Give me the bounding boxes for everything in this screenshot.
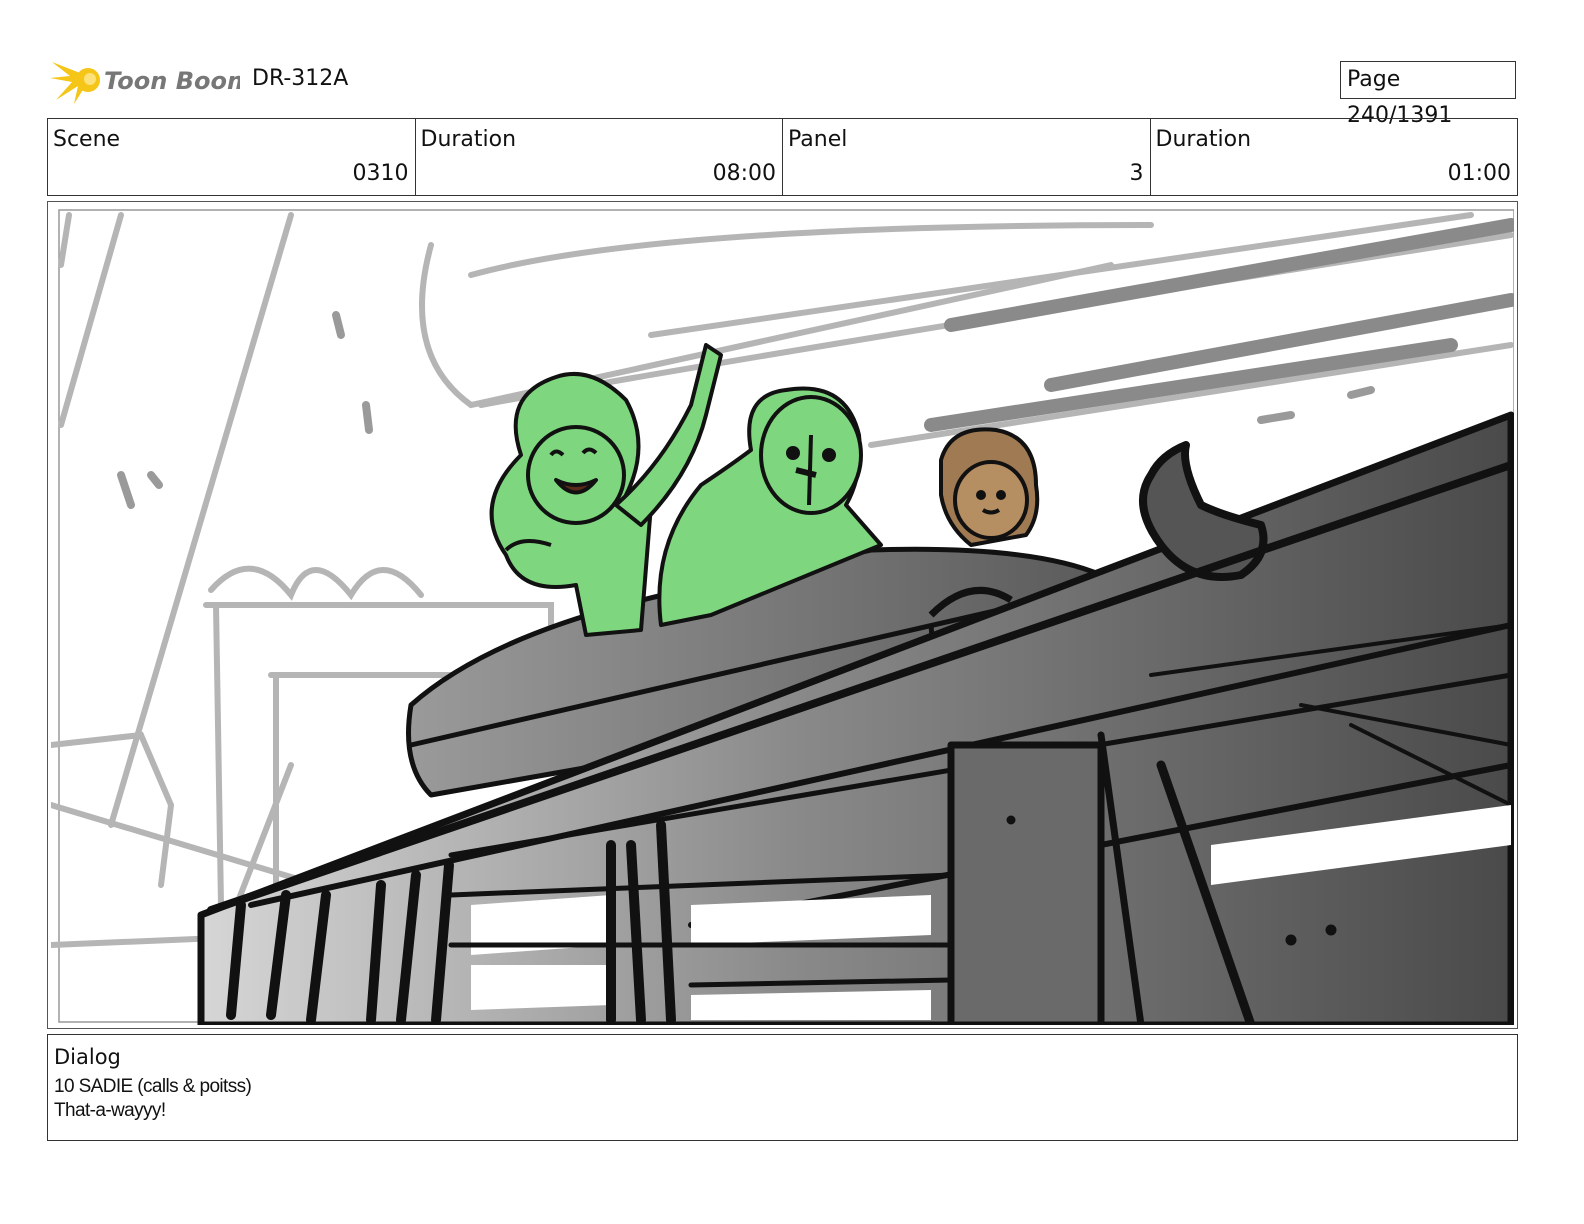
dialog-box: Dialog 10 SADIE (calls & poitss) That-a-… [47,1034,1518,1141]
scene-duration-value: 08:00 [712,161,776,186]
panel-duration-label: Duration [1155,127,1252,152]
dialog-title: Dialog [54,1045,121,1069]
panel-duration-cell: Duration 01:00 [1151,119,1518,195]
scene-cell: Scene 0310 [48,119,416,195]
scene-label: Scene [53,127,121,152]
character-brown [939,427,1040,547]
scene-info-table: Scene 0310 Duration 08:00 Panel 3 Durati… [47,118,1518,196]
storyboard-panel [47,201,1518,1029]
page-counter: Page 240/1391 [1340,61,1516,128]
dialog-line: That-a-wayyy! [54,1100,166,1121]
document-id: DR-312A [252,66,349,91]
panel-value: 3 [1129,161,1144,186]
page-label: Page [1347,67,1401,92]
panel-sketch [51,205,1514,1025]
panel-label: Panel [788,127,848,152]
panel-cell: Panel 3 [783,119,1151,195]
scene-value: 0310 [352,161,409,186]
logo-wordmark: Toon Boom [104,67,240,95]
scene-duration-cell: Duration 08:00 [416,119,783,195]
panel-duration-value: 01:00 [1447,161,1511,186]
toon-boom-logo: Toon Boom [50,56,252,106]
scene-duration-label: Duration [420,127,517,152]
dialog-line: 10 SADIE (calls & poitss) [54,1076,252,1097]
